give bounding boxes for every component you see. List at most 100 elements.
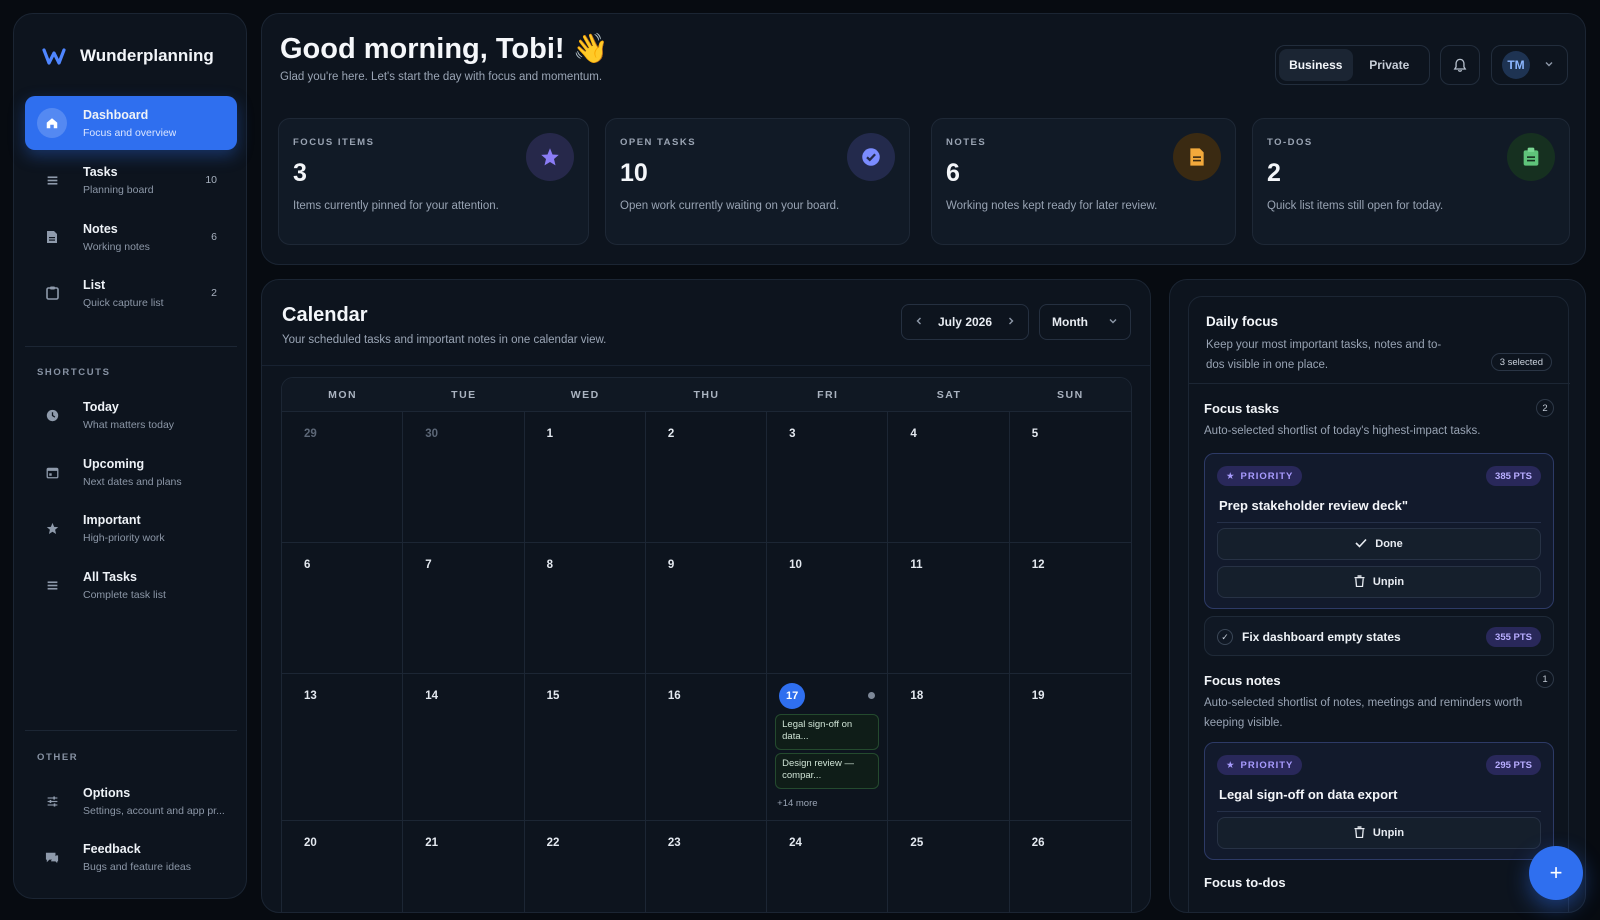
calendar-day[interactable]: 7 [403, 543, 525, 673]
calendar-day[interactable]: 25 [888, 821, 1010, 912]
stat-card-open-tasks[interactable]: OPEN TASKS 10 Open work currently waitin… [605, 118, 910, 245]
header-panel: Good morning, Tobi! 👋 Glad you're here. … [261, 13, 1586, 265]
calendar-day[interactable]: 30 [403, 412, 525, 542]
page-title: Good morning, Tobi! 👋 [280, 33, 609, 65]
stat-card-todos[interactable]: TO-DOS 2 Quick list items still open for… [1252, 118, 1570, 245]
clock-icon [41, 404, 63, 426]
calendar-view-select[interactable]: Month [1039, 304, 1131, 340]
calendar-day[interactable]: 15 [525, 674, 646, 820]
calendar-day[interactable]: 4 [888, 412, 1010, 542]
weekday-label: MON [328, 388, 358, 401]
sidebar-item-today[interactable]: Today What matters today [25, 388, 237, 442]
note-icon [41, 226, 63, 248]
unpin-button-label: Unpin [1372, 576, 1405, 588]
calendar-day[interactable]: 22 [525, 821, 646, 912]
sidebar-item-upcoming[interactable]: Upcoming Next dates and plans [25, 445, 237, 499]
other-label: OTHER [37, 752, 79, 763]
sidebar-item-feedback[interactable]: Feedback Bugs and feature ideas [25, 830, 237, 884]
unpin-button[interactable]: Unpin [1217, 817, 1541, 849]
current-month: July 2026 [937, 315, 993, 329]
add-fab-button[interactable]: + [1529, 846, 1583, 900]
calendar-day[interactable]: 29 [282, 412, 404, 542]
notifications-button[interactable] [1440, 45, 1480, 85]
calendar-day[interactable]: 3 [767, 412, 889, 542]
sidebar-item-subtitle: Settings, account and app pr... [83, 804, 225, 817]
account-menu-button[interactable]: TM [1491, 45, 1568, 85]
sidebar-item-notes[interactable]: Notes Working notes 6 [25, 210, 237, 264]
sidebar-item-all-tasks[interactable]: All Tasks Complete task list [25, 558, 237, 612]
chevron-right-icon[interactable] [1006, 316, 1016, 329]
focus-task-row[interactable]: ✓ Fix dashboard empty states 355 PTS [1204, 616, 1554, 656]
sidebar-item-list[interactable]: List Quick capture list 2 [25, 266, 237, 320]
calendar-day[interactable]: 13 [282, 674, 404, 820]
stat-card-notes[interactable]: NOTES 6 Working notes kept ready for lat… [931, 118, 1236, 245]
calendar-day[interactable]: 6 [282, 543, 404, 673]
focus-note-title: Legal sign-off on data export [1219, 787, 1398, 802]
shortcuts-label: SHORTCUTS [37, 367, 111, 378]
calendar-day[interactable]: 24 [767, 821, 889, 912]
calendar-day[interactable]: 21 [403, 821, 525, 912]
focus-todos-title: Focus to-dos [1204, 875, 1286, 890]
sidebar-item-dashboard[interactable]: Dashboard Focus and overview [25, 96, 237, 150]
calendar-day[interactable]: 20 [282, 821, 404, 912]
weekday-label: FRI [817, 388, 839, 401]
toggle-private[interactable]: Private [1353, 49, 1427, 81]
calendar-day[interactable]: 5 [1010, 412, 1131, 542]
calendar-week: 6 7 8 9 10 11 12 [282, 543, 1131, 674]
sidebar-item-important[interactable]: Important High-priority work [25, 501, 237, 555]
day-number: 30 [425, 428, 439, 440]
month-navigator: July 2026 [901, 304, 1029, 340]
day-number: 29 [304, 428, 317, 440]
calendar-grid: MON TUE WED THU FRI SAT SUN 29 30 1 2 3 … [281, 377, 1132, 912]
sliders-icon [41, 790, 63, 812]
focus-task-card[interactable]: ★ PRIORITY 385 PTS Prep stakeholder revi… [1204, 453, 1554, 609]
calendar-day[interactable]: 8 [525, 543, 646, 673]
done-button[interactable]: Done [1217, 528, 1541, 560]
calendar-day-today[interactable]: 17 Legal sign-off on data... Design revi… [767, 674, 889, 820]
sidebar-item-tasks[interactable]: Tasks Planning board 10 [25, 153, 237, 207]
day-number: 20 [304, 837, 317, 849]
star-icon: ★ [1226, 470, 1236, 482]
brand[interactable]: Wunderplanning [42, 44, 214, 68]
calendar-day[interactable]: 10 [767, 543, 889, 673]
calendar-day[interactable]: 12 [1010, 543, 1131, 673]
sidebar-item-title: List [83, 277, 106, 292]
clipboard-icon [41, 282, 63, 304]
stat-card-focus-items[interactable]: FOCUS ITEMS 3 Items currently pinned for… [278, 118, 589, 245]
sidebar-item-title: Today [83, 399, 119, 414]
unpin-button[interactable]: Unpin [1217, 566, 1541, 598]
calendar-day[interactable]: 11 [888, 543, 1010, 673]
calendar-day[interactable]: 16 [646, 674, 768, 820]
weekday-label: WED [570, 388, 600, 401]
chevron-left-icon[interactable] [914, 316, 924, 329]
card-divider [1217, 522, 1541, 523]
check-icon[interactable]: ✓ [1217, 629, 1233, 645]
sidebar-item-options[interactable]: Options Settings, account and app pr... [25, 774, 237, 828]
weekday-header: MON TUE WED THU FRI SAT SUN [282, 378, 1131, 412]
more-events-link[interactable]: +14 more [777, 798, 817, 809]
sidebar-item-title: All Tasks [83, 569, 137, 584]
calendar-day[interactable]: 19 [1010, 674, 1131, 820]
bell-icon [1453, 58, 1467, 72]
day-number: 13 [304, 690, 317, 702]
calendar-day[interactable]: 9 [646, 543, 768, 673]
calendar-event[interactable]: Design review — compar... [775, 753, 880, 789]
calendar-day[interactable]: 1 [525, 412, 646, 542]
daily-focus-title: Daily focus [1206, 314, 1279, 329]
day-number: 26 [1031, 837, 1045, 849]
calendar-day[interactable]: 14 [403, 674, 525, 820]
toggle-business[interactable]: Business [1279, 49, 1353, 81]
day-number: 11 [910, 559, 923, 571]
stat-value: 6 [946, 159, 960, 187]
calendar-day[interactable]: 18 [888, 674, 1010, 820]
calendar-event[interactable]: Legal sign-off on data... [775, 714, 880, 750]
calendar-day[interactable]: 26 [1010, 821, 1131, 912]
focus-note-card[interactable]: ★ PRIORITY 295 PTS Legal sign-off on dat… [1204, 742, 1554, 860]
stat-description: Working notes kept ready for later revie… [946, 200, 1158, 212]
calendar-day[interactable]: 2 [646, 412, 768, 542]
calendar-day[interactable]: 23 [646, 821, 768, 912]
page-subtitle: Glad you're here. Let's start the day wi… [280, 71, 603, 83]
sidebar-item-subtitle: Next dates and plans [83, 475, 182, 488]
points-badge: 295 PTS [1486, 755, 1541, 775]
day-number: 4 [910, 428, 917, 440]
